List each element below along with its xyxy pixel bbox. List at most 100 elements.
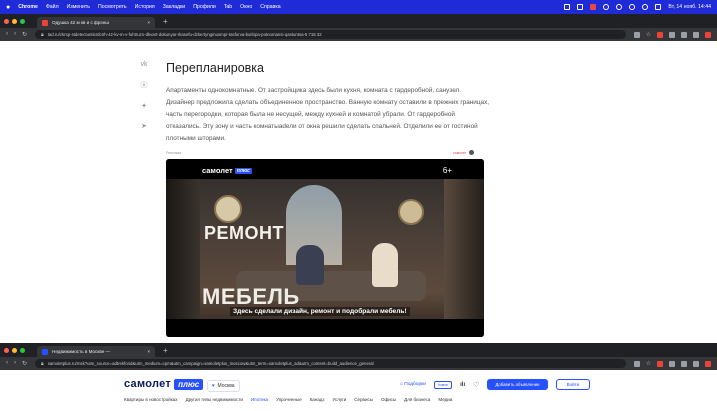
forward-icon[interactable]: ›: [14, 31, 16, 38]
address-bar[interactable]: 🔒︎ samoletplus.ru/msk?utm_source=adtrekf…: [35, 359, 626, 368]
menu-item-media[interactable]: Медиа: [438, 397, 452, 402]
menubar-item-edit[interactable]: Изменить: [67, 4, 90, 10]
reload-icon[interactable]: ↻: [22, 31, 27, 38]
menubar-item-profiles[interactable]: Профили: [193, 4, 216, 10]
extensions-puzzle-icon[interactable]: [669, 31, 675, 38]
url-text: samoletplus.ru/msk?utm_source=adtrekfond…: [47, 361, 374, 366]
reload-icon[interactable]: ↻: [22, 360, 27, 367]
menu-item-tools[interactable]: Сервисы: [354, 397, 373, 402]
add-listing-button[interactable]: Добавить объявление: [487, 379, 548, 390]
video-brand-word: самолет: [202, 166, 233, 175]
ad-marker[interactable]: самолет: [453, 150, 475, 155]
browser-toolbar-icons: ☆: [633, 31, 711, 38]
favorites-heart-icon[interactable]: ♡: [473, 381, 479, 389]
selections-link[interactable]: ⌂ Подборки: [400, 382, 426, 387]
site-logo[interactable]: самолет плюс: [124, 378, 204, 390]
menubar-item-window[interactable]: Окно: [240, 4, 252, 10]
ok-icon[interactable]: ⓞ: [141, 80, 148, 90]
menubar-item-history[interactable]: История: [135, 4, 155, 10]
back-icon[interactable]: ‹: [6, 360, 8, 367]
menubar-item-view[interactable]: Посмотреть: [98, 4, 127, 10]
twitter-icon[interactable]: ✦: [141, 102, 147, 110]
menu-item-new-buildings[interactable]: Квартиры в новостройках: [124, 397, 178, 402]
tab-article[interactable]: Одушка 42 м кв и с фрэнш ×: [37, 17, 155, 28]
share-bar: vk ⓞ ✦ ➤: [138, 61, 150, 130]
lock-icon[interactable]: 🔒︎: [41, 361, 44, 367]
close-tab-icon[interactable]: ×: [147, 349, 150, 354]
control-center-icon[interactable]: [655, 4, 662, 10]
address-toolbar: ‹ › ↻ 🔒︎ samoletplus.ru/msk?utm_source=a…: [0, 357, 717, 370]
menu-item-mortgage[interactable]: Ипотека: [251, 397, 268, 402]
clock-icon[interactable]: [616, 4, 623, 10]
site-favicon-icon: [42, 19, 48, 26]
browser-toolbar-icons: ☆: [633, 360, 711, 367]
close-window-button[interactable]: [4, 347, 9, 353]
pen-icon[interactable]: [577, 4, 584, 10]
menubar-app-name[interactable]: Chrome: [18, 4, 38, 10]
download-icon[interactable]: [681, 360, 687, 367]
back-icon[interactable]: ‹: [6, 31, 8, 38]
video-bottom-band: [166, 319, 484, 337]
wifi-icon[interactable]: [629, 4, 636, 10]
article-section: Перепланировка Апартаменты однокомнатные…: [166, 61, 491, 145]
macos-menubar: ● Chrome Файл Изменить Посмотреть Истори…: [0, 0, 717, 14]
spotlight-icon[interactable]: [642, 4, 649, 10]
browser-window-article: Одушка 42 м кв и с фрэнш × + ‹ › ↻ 🔒︎ ta…: [0, 14, 717, 41]
menu-item-services[interactable]: Услуги: [332, 397, 346, 402]
minimize-window-button[interactable]: [12, 18, 17, 24]
forward-icon[interactable]: ›: [14, 360, 16, 367]
profile-avatar[interactable]: [705, 360, 711, 367]
menu-item-business[interactable]: Для бизнеса: [404, 397, 430, 402]
menubar-item-file[interactable]: Файл: [46, 4, 59, 10]
video-scene-left: [166, 179, 200, 319]
menu-item-kanadz[interactable]: Канадз: [310, 397, 325, 402]
extensions-puzzle-icon[interactable]: [669, 360, 675, 367]
city-selector[interactable]: ▾ Москва: [207, 380, 240, 392]
extension-icon[interactable]: [657, 360, 663, 367]
header-actions: ⌂ Подборки Новое ılı ♡ Добавить объявлен…: [400, 379, 591, 390]
selections-label: Подборки: [404, 382, 426, 387]
share-page-icon[interactable]: [633, 31, 640, 38]
screen-icon[interactable]: [564, 4, 571, 10]
logo-word: самолет: [124, 378, 172, 390]
city-name: Москва: [217, 383, 235, 389]
ad-menu-icon[interactable]: [469, 150, 475, 155]
zoom-window-button[interactable]: [20, 18, 25, 24]
menu-item-other-property[interactable]: Другая типы недвижимости: [186, 397, 243, 402]
extension-icon[interactable]: [657, 31, 663, 38]
telegram-icon[interactable]: ➤: [141, 122, 147, 130]
menubar-item-tab[interactable]: Tab: [224, 4, 232, 10]
menubar-item-bookmarks[interactable]: Закладки: [163, 4, 185, 10]
bookmark-star-icon[interactable]: ☆: [646, 31, 651, 38]
new-tab-button[interactable]: +: [163, 17, 168, 26]
tab-samolet[interactable]: Недвижимость в Москве — ×: [37, 346, 155, 357]
close-tab-icon[interactable]: ×: [147, 20, 150, 25]
menubar-item-help[interactable]: Справка: [260, 4, 280, 10]
ad-video[interactable]: самолет плюс 6+ РЕМОНТ МЕБЕЛЬ Здесь сдел…: [166, 159, 484, 337]
download-icon[interactable]: [681, 31, 687, 38]
bookmark-star-icon[interactable]: ☆: [646, 360, 651, 367]
lock-icon[interactable]: 🔒︎: [41, 32, 44, 38]
sidebar-icon[interactable]: [693, 360, 699, 367]
sidebar-icon[interactable]: [693, 31, 699, 38]
share-page-icon[interactable]: [633, 360, 640, 367]
navigation-buttons: ‹ › ↻: [6, 360, 27, 367]
minimize-window-button[interactable]: [12, 347, 17, 353]
menu-item-simplified[interactable]: Упроченные: [276, 397, 302, 402]
focus-icon[interactable]: [603, 4, 610, 10]
menubar-status-area: Вт, 14 нояб. 14:44: [564, 4, 711, 10]
new-tab-button[interactable]: +: [163, 346, 168, 355]
apple-icon[interactable]: ●: [6, 4, 10, 11]
zoom-window-button[interactable]: [20, 347, 25, 353]
menubar-clock[interactable]: Вт, 14 нояб. 14:44: [668, 4, 711, 10]
compare-icon[interactable]: ılı: [460, 382, 465, 388]
video-scene-person: [296, 245, 324, 285]
vk-icon[interactable]: vk: [141, 61, 148, 68]
record-icon[interactable]: [590, 4, 597, 10]
menu-item-offices[interactable]: Офисы: [381, 397, 396, 402]
login-button[interactable]: Войти: [555, 379, 591, 390]
profile-avatar[interactable]: [705, 31, 711, 38]
close-window-button[interactable]: [4, 18, 9, 24]
address-bar[interactable]: 🔒︎ tad.ru/zkrsp-stdetectuntisrdctrh-42-k…: [35, 30, 626, 39]
navigation-buttons: ‹ › ↻: [6, 31, 27, 38]
